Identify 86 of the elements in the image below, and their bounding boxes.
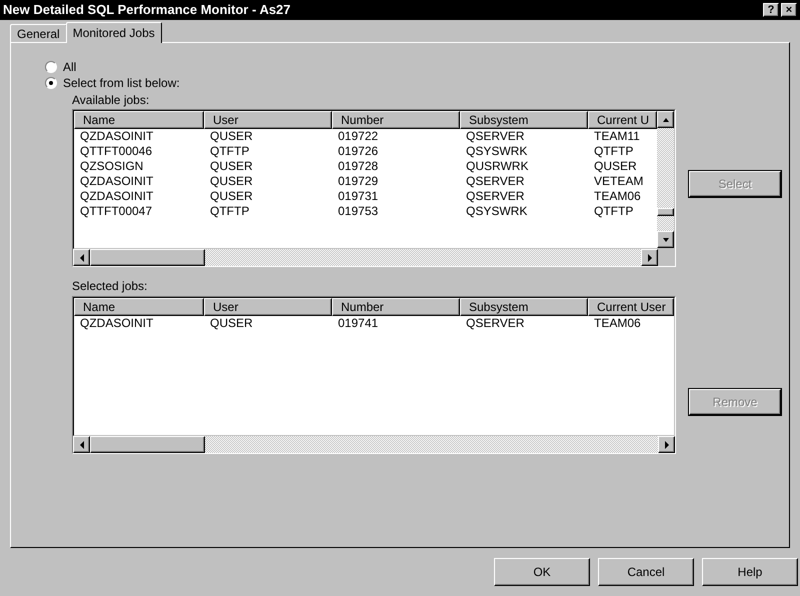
table-cell-text: QZDASOINIT xyxy=(79,129,154,144)
table-cell-text: QUSER xyxy=(209,174,254,189)
table-cell-text: QTFTP xyxy=(593,144,634,159)
job-row[interactable]: QZDASOINIT QUSER 019731 QSERVER TEAM06 xyxy=(74,189,657,204)
table-cell-text: TEAM06 xyxy=(593,316,641,331)
column-header[interactable]: Name xyxy=(74,111,204,129)
list-label: Selected jobs: xyxy=(72,278,148,293)
column-header[interactable]: Subsystem xyxy=(460,111,588,129)
job-row[interactable]: QTTFT00046 QTFTP 019726 QSYSWRK QTFTP xyxy=(74,144,657,159)
help-button[interactable]: ? xyxy=(763,3,779,17)
job-row[interactable]: QZSOSIGN QUSER 019728 QUSRWRK QUSER xyxy=(74,159,657,174)
job-row[interactable]: QZDASOINIT QUSER 019741 QSERVER TEAM06 xyxy=(74,316,674,331)
left-arrow-icon xyxy=(78,440,84,448)
dialog-button[interactable]: Help xyxy=(702,558,798,586)
horizontal-scrollbar[interactable] xyxy=(73,249,675,266)
table-cell-text: QSERVER xyxy=(465,129,526,144)
job-list[interactable]: Name User Number Subsystem Current User QZDASOINIT QUSER 019741 QSERVER TEAM06 xyxy=(72,296,676,454)
window-title: New Detailed SQL Performance Monitor - As27 xyxy=(3,1,292,20)
table-cell-text: QUSER xyxy=(209,159,254,174)
dialog-button[interactable]: Cancel xyxy=(598,558,694,586)
table-cell-text: TEAM06 xyxy=(593,189,641,204)
horizontal-scrollbar[interactable] xyxy=(73,436,675,453)
scroll-thumb[interactable] xyxy=(90,436,205,453)
radio-label[interactable]: All xyxy=(63,58,76,76)
table-cell-text: QTFTP xyxy=(593,204,634,219)
down-arrow-icon xyxy=(662,236,670,242)
table-cell-text: QUSRWRK xyxy=(465,159,530,174)
radio-button[interactable] xyxy=(45,77,57,89)
scroll-left-button[interactable] xyxy=(73,436,90,453)
tab[interactable]: General xyxy=(10,24,67,42)
table-cell-text: 019728 xyxy=(337,159,380,174)
table-cell-text: 019741 xyxy=(337,316,380,331)
column-header[interactable]: Number xyxy=(332,111,460,129)
scroll-thumb[interactable] xyxy=(90,249,205,266)
column-header[interactable]: Current U xyxy=(588,111,657,129)
column-header[interactable]: Subsystem xyxy=(460,298,588,316)
job-row[interactable]: QTTFT00047 QTFTP 019753 QSYSWRK QTFTP xyxy=(74,204,657,219)
left-arrow-icon xyxy=(78,254,84,262)
job-row[interactable]: QZDASOINIT QUSER 019729 QSERVER VETEAM xyxy=(74,174,657,189)
table-cell-text: QSERVER xyxy=(465,174,526,189)
table-cell-text: QTFTP xyxy=(209,144,250,159)
table-cell-text: QSYSWRK xyxy=(465,144,528,159)
table-cell-text: TEAM11 xyxy=(593,129,640,144)
table-cell-text: 019729 xyxy=(337,174,380,189)
table-cell-text: QTTFT00046 xyxy=(79,144,154,159)
table-cell-text: QUSER xyxy=(209,129,254,144)
scroll-left-button[interactable] xyxy=(73,249,90,266)
table-cell-text: QZDASOINIT xyxy=(79,189,154,204)
column-header[interactable]: Current User xyxy=(588,298,674,316)
tab[interactable]: Monitored Jobs xyxy=(66,22,162,43)
scroll-thumb[interactable] xyxy=(657,208,674,216)
right-arrow-icon xyxy=(664,440,670,448)
scroll-down-button[interactable] xyxy=(657,231,674,248)
table-cell-text: QZDASOINIT xyxy=(79,174,154,189)
table-cell-text: QZSOSIGN xyxy=(79,159,144,174)
table-cell-text: QTTFT00047 xyxy=(79,204,154,219)
vertical-scrollbar[interactable] xyxy=(657,111,674,248)
table-cell-text: 019753 xyxy=(337,204,380,219)
right-arrow-icon xyxy=(646,254,652,262)
table-cell-text: 019731 xyxy=(337,189,380,204)
table-cell-text: QUSER xyxy=(209,316,254,331)
table-cell-text: 019726 xyxy=(337,144,380,159)
column-header[interactable]: User xyxy=(204,111,332,129)
column-header[interactable]: Number xyxy=(332,298,460,316)
table-cell-text: QSYSWRK xyxy=(465,204,528,219)
scroll-up-button[interactable] xyxy=(657,111,674,128)
radio-button[interactable] xyxy=(45,61,57,73)
scroll-right-button[interactable] xyxy=(658,436,675,453)
list-label: Available jobs: xyxy=(72,92,150,107)
table-cell-text: QUSER xyxy=(593,159,637,174)
column-header[interactable]: Name xyxy=(74,298,204,316)
dialog-button[interactable]: OK xyxy=(494,558,590,586)
close-button[interactable]: × xyxy=(781,3,797,17)
up-arrow-icon xyxy=(662,116,670,122)
job-list[interactable] xyxy=(72,109,676,267)
table-cell-text: VETEAM xyxy=(593,174,644,189)
table-cell-text: QUSER xyxy=(209,189,254,204)
job-row[interactable]: QZDASOINIT QUSER 019722 QSERVER TEAM11 xyxy=(74,129,657,144)
table-cell-text: QSERVER xyxy=(465,189,526,204)
radio-label[interactable]: Select from list below: xyxy=(63,74,180,92)
table-cell-text: 019722 xyxy=(337,129,380,144)
column-header[interactable]: User xyxy=(204,298,332,316)
table-cell-text: QSERVER xyxy=(465,316,526,331)
scroll-right-button[interactable] xyxy=(641,249,658,266)
table-cell-text: QZDASOINIT xyxy=(79,316,154,331)
table-cell-text: QTFTP xyxy=(209,204,250,219)
